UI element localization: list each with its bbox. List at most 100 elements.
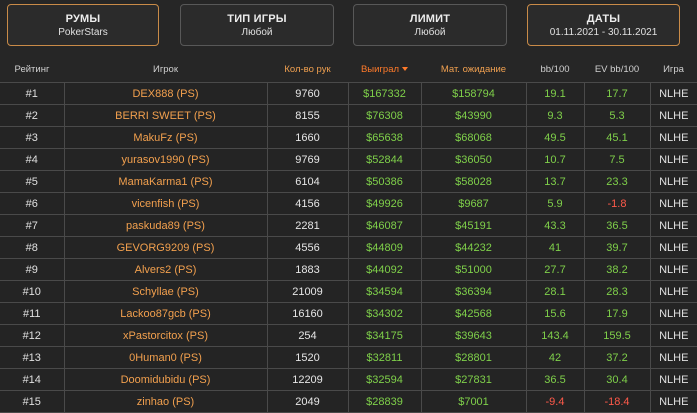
player-link[interactable]: Schyllae (PS) <box>63 280 268 303</box>
hands-cell: 8155 <box>266 104 349 127</box>
evbb100-cell: 17.9 <box>583 302 651 325</box>
player-link[interactable]: xPastorcitox (PS) <box>63 324 268 347</box>
ev-cell: $51000 <box>420 258 527 281</box>
header-hands[interactable]: Кол-во рук <box>267 56 348 83</box>
game-cell: NLHE <box>649 104 697 127</box>
hands-cell: 21009 <box>266 280 349 303</box>
filter-bar: РУМЫ PokerStars ТИП ИГРЫ Любой ЛИМИТ Люб… <box>0 0 697 56</box>
player-link[interactable]: Doomidubidu (PS) <box>63 368 268 391</box>
hands-cell: 2049 <box>266 390 349 413</box>
player-link[interactable]: Lackoo87gcb (PS) <box>63 302 268 325</box>
rank-cell: #11 <box>0 302 65 325</box>
rooms-filter-value: PokerStars <box>58 26 108 38</box>
won-cell: $32811 <box>347 346 422 369</box>
table-row: #10 Schyllae (PS) 21009 $34594 $36394 28.1 28.… <box>0 280 697 303</box>
game-cell: NLHE <box>649 170 697 193</box>
rank-cell: #12 <box>0 324 65 347</box>
rooms-filter-title: РУМЫ <box>65 12 101 25</box>
player-link[interactable]: DEX888 (PS) <box>63 82 268 105</box>
player-link[interactable]: zinhao (PS) <box>63 390 268 413</box>
ev-cell: $7001 <box>420 390 527 413</box>
player-link[interactable]: Alvers2 (PS) <box>63 258 268 281</box>
evbb100-cell: 17.7 <box>583 82 651 105</box>
evbb100-cell: -18.4 <box>583 390 651 413</box>
ev-cell: $36394 <box>420 280 527 303</box>
bb100-cell: 27.7 <box>525 258 585 281</box>
player-link[interactable]: paskuda89 (PS) <box>63 214 268 237</box>
game-cell: NLHE <box>649 82 697 105</box>
won-cell: $49926 <box>347 192 422 215</box>
ev-cell: $68068 <box>420 126 527 149</box>
player-link[interactable]: 0Human0 (PS) <box>63 346 268 369</box>
table-row: #2 BERRI SWEET (PS) 8155 $76308 $43990 9.3 5.3… <box>0 104 697 127</box>
evbb100-cell: 28.3 <box>583 280 651 303</box>
evbb100-cell: 159.5 <box>583 324 651 347</box>
player-link[interactable]: yurasov1990 (PS) <box>63 148 268 171</box>
player-link[interactable]: BERRI SWEET (PS) <box>63 104 268 127</box>
rank-cell: #9 <box>0 258 65 281</box>
header-ev[interactable]: Мат. ожидание <box>421 56 526 83</box>
evbb100-cell: 30.4 <box>583 368 651 391</box>
table-row: #6 vicenfish (PS) 4156 $49926 $9687 5.9 -1.8 NL… <box>0 192 697 215</box>
table-row: #9 Alvers2 (PS) 1883 $44092 $51000 27.7 38.2 NL… <box>0 258 697 281</box>
evbb100-cell: 7.5 <box>583 148 651 171</box>
won-cell: $34302 <box>347 302 422 325</box>
table-row: #14 Doomidubidu (PS) 12209 $32594 $27831 36.5… <box>0 368 697 391</box>
player-link[interactable]: MakuFz (PS) <box>63 126 268 149</box>
bb100-cell: 143.4 <box>525 324 585 347</box>
game-type-filter-button[interactable]: ТИП ИГРЫ Любой <box>180 4 334 46</box>
dates-filter-button[interactable]: ДАТЫ 01.11.2021 - 30.11.2021 <box>527 4 680 46</box>
rank-cell: #13 <box>0 346 65 369</box>
rooms-filter-button[interactable]: РУМЫ PokerStars <box>7 4 159 46</box>
hands-cell: 16160 <box>266 302 349 325</box>
table-row: #3 MakuFz (PS) 1660 $65638 $68068 49.5 45.1 NLH… <box>0 126 697 149</box>
header-won[interactable]: Выиграл <box>348 56 421 83</box>
header-bb100: bb/100 <box>526 56 584 83</box>
header-won-label: Выиграл <box>360 63 400 75</box>
bb100-cell: 49.5 <box>525 126 585 149</box>
game-cell: NLHE <box>649 148 697 171</box>
ev-cell: $42568 <box>420 302 527 325</box>
table-row: #15 zinhao (PS) 2049 $28839 $7001 -9.4 -18.4 NL… <box>0 390 697 413</box>
hands-cell: 6104 <box>266 170 349 193</box>
game-cell: NLHE <box>649 126 697 149</box>
ev-cell: $9687 <box>420 192 527 215</box>
bb100-cell: 5.9 <box>525 192 585 215</box>
rank-cell: #5 <box>0 170 65 193</box>
game-cell: NLHE <box>649 368 697 391</box>
game-cell: NLHE <box>649 324 697 347</box>
won-cell: $46087 <box>347 214 422 237</box>
evbb100-cell: 45.1 <box>583 126 651 149</box>
bb100-cell: 28.1 <box>525 280 585 303</box>
table-row: #8 GEVORG9209 (PS) 4556 $44809 $44232 41 39.7 N… <box>0 236 697 259</box>
bb100-cell: 10.7 <box>525 148 585 171</box>
evbb100-cell: 5.3 <box>583 104 651 127</box>
table-row: #1 DEX888 (PS) 9760 $167332 $158794 19.1 17.7 N… <box>0 82 697 105</box>
won-cell: $34175 <box>347 324 422 347</box>
player-link[interactable]: vicenfish (PS) <box>63 192 268 215</box>
game-cell: NLHE <box>649 214 697 237</box>
table-row: #11 Lackoo87gcb (PS) 16160 $34302 $42568 15.6… <box>0 302 697 325</box>
limit-filter-button[interactable]: ЛИМИТ Любой <box>353 4 507 46</box>
ev-cell: $39643 <box>420 324 527 347</box>
evbb100-cell: 23.3 <box>583 170 651 193</box>
bb100-cell: 9.3 <box>525 104 585 127</box>
bb100-cell: 43.3 <box>525 214 585 237</box>
ev-cell: $58028 <box>420 170 527 193</box>
won-cell: $34594 <box>347 280 422 303</box>
bb100-cell: 15.6 <box>525 302 585 325</box>
ev-cell: $44232 <box>420 236 527 259</box>
game-type-filter-title: ТИП ИГРЫ <box>227 12 287 25</box>
won-cell: $44809 <box>347 236 422 259</box>
table-row: #5 MamaKarma1 (PS) 6104 $50386 $58028 13.7 23.… <box>0 170 697 193</box>
hands-cell: 9769 <box>266 148 349 171</box>
player-link[interactable]: GEVORG9209 (PS) <box>63 236 268 259</box>
evbb100-cell: 38.2 <box>583 258 651 281</box>
game-cell: NLHE <box>649 192 697 215</box>
table-header-row: Рейтинг Игрок Кол-во рук Выиграл Мат. ож… <box>0 56 697 83</box>
player-link[interactable]: MamaKarma1 (PS) <box>63 170 268 193</box>
rank-cell: #10 <box>0 280 65 303</box>
game-cell: NLHE <box>649 236 697 259</box>
evbb100-cell: 37.2 <box>583 346 651 369</box>
bb100-cell: 41 <box>525 236 585 259</box>
